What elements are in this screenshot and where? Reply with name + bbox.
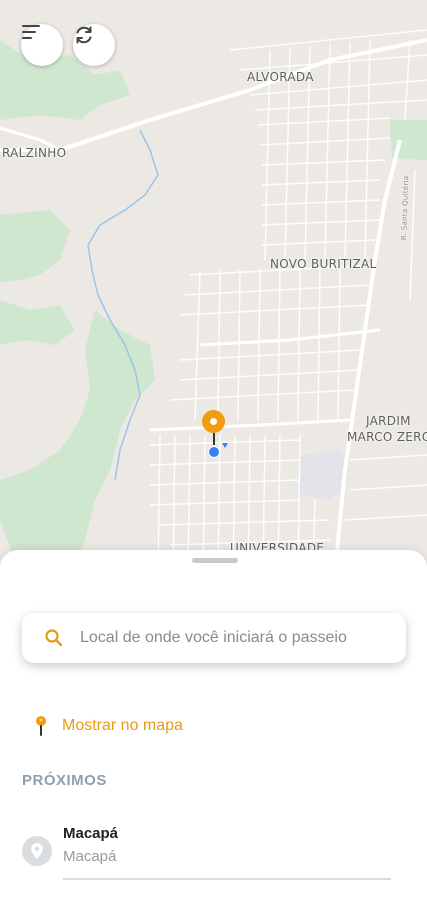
show-on-map-button[interactable]: Mostrar no mapa	[34, 715, 183, 737]
map-pin-stick	[212, 433, 215, 445]
map-label-marco-zero: MARCO ZERO	[347, 430, 427, 444]
map-label-alvorada: ALVORADA	[247, 70, 314, 84]
map-label-novo-buritizal: NOVO BURITIZAL	[270, 257, 377, 271]
location-icon	[22, 836, 52, 866]
refresh-icon	[76, 26, 92, 44]
sheet-drag-handle[interactable]	[192, 558, 238, 563]
menu-button[interactable]	[21, 24, 63, 66]
current-location-dot	[208, 446, 220, 458]
map-tiles	[0, 29, 427, 575]
map-view[interactable]: ALVORADA RALZINHO NOVO BURITIZAL JARDIM …	[0, 0, 427, 575]
pin-icon	[36, 716, 46, 736]
map-label-ralzinho: RALZINHO	[2, 146, 67, 160]
search-input[interactable]: Local de onde você iniciará o passeio	[22, 613, 406, 663]
search-icon	[45, 629, 63, 647]
map-pin-icon	[202, 410, 225, 433]
map-label-jardim: JARDIM	[366, 414, 411, 428]
place-name: Macapá	[63, 825, 119, 842]
heading-arrow-icon	[222, 443, 228, 448]
map-pin-marker[interactable]	[202, 410, 225, 445]
bottom-sheet: Local de onde você iniciará o passeio Mo…	[0, 550, 427, 900]
list-item[interactable]: Macapá Macapá	[0, 818, 427, 886]
nearby-section-title: PRÓXIMOS	[22, 772, 107, 789]
menu-lines-icon	[22, 25, 40, 39]
search-placeholder: Local de onde você iniciará o passeio	[80, 629, 347, 646]
show-on-map-label: Mostrar no mapa	[62, 717, 183, 734]
divider	[63, 878, 391, 880]
refresh-button[interactable]	[73, 24, 115, 66]
place-subtitle: Macapá	[63, 848, 117, 865]
